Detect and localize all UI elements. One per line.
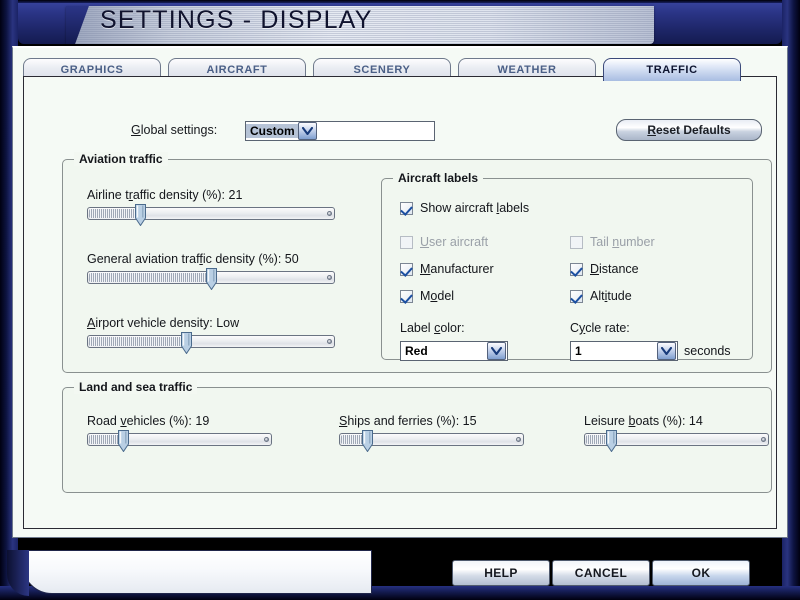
checkbox-model[interactable]: Model [400,289,454,303]
slider-fill [89,209,141,218]
slider-airline-traffic-density: Airline traffic density (%): 21 [87,188,335,226]
cycle-rate-label: Cycle rate: [570,321,630,335]
slider-thumb[interactable] [605,430,617,452]
label-color-value: Red [405,344,428,358]
tab-traffic[interactable]: TRAFFIC [603,58,741,81]
slider-leisure-boats-label: Leisure boats (%): 14 [584,414,703,428]
chevron-down-icon[interactable] [657,342,676,360]
slider-endcap [327,339,332,344]
slider-airline-traffic-density-track[interactable] [87,204,335,226]
group-aviation-traffic-title: Aviation traffic [74,152,168,166]
ok-button[interactable]: OK [652,560,750,586]
slider-thumb[interactable] [181,332,193,354]
slider-endcap [327,211,332,216]
label-color-field: Label color: Red [400,319,508,361]
slider-thumb[interactable] [206,268,217,290]
slider-fill [89,337,188,346]
slider-endcap [516,437,521,442]
global-settings-label: Global settings: [131,123,218,137]
label-color-label: Label color: [400,321,465,335]
slider-road-vehicles: Road vehicles (%): 19 [87,414,272,452]
slider-fill [89,273,212,282]
check-icon [570,262,583,276]
checkbox-distance[interactable]: Distance [570,262,639,276]
slider-airline-traffic-density-label: Airline traffic density (%): 21 [87,188,243,202]
checkbox-model-label: Model [420,289,455,303]
group-aviation-traffic: Aviation traffic Airline traffic density… [62,152,772,373]
tab-panel-traffic: Global settings: Custom Reset Defaults A… [23,76,777,529]
slider-general-aviation-traffic-density-label: General aviation traffic density (%): 50 [87,252,299,266]
slider-endcap [327,275,332,280]
slider-general-aviation-traffic-density-track[interactable] [87,268,335,290]
checkbox-altitude-label: Altitude [590,289,632,303]
global-settings-combo[interactable]: Custom [245,121,435,141]
slider-endcap [761,437,766,442]
tab-graphics-label: GRAPHICS [60,63,124,76]
tab-weather-label: WEATHER [497,63,557,76]
settings-dialog: GRAPHICS AIRCRAFT SCENERY WEATHER TRAFFI… [12,46,788,538]
footer-panel [7,550,372,596]
help-button[interactable]: HELP [452,560,550,586]
checkbox-tail-number-label: Tail number [590,235,655,249]
global-settings-value: Custom [246,124,298,138]
label-color-combo[interactable]: Red [400,341,508,361]
checkbox-show-aircraft-labels[interactable]: Show aircraft labels [400,201,529,215]
check-icon [400,289,413,303]
group-aircraft-labels: Aircraft labels Show aircraft labels Use… [381,171,753,361]
slider-ships-and-ferries: Ships and ferries (%): 15 [339,414,524,452]
tab-scenery-label: SCENERY [353,63,411,76]
slider-ships-and-ferries-label: Ships and ferries (%): 15 [339,414,477,428]
tab-aircraft-label: AIRCRAFT [206,63,268,76]
checkbox-show-aircraft-labels-label: Show aircraft labels [420,201,530,215]
checkbox-tail-number[interactable]: Tail number [570,235,655,249]
checkbox-user-aircraft[interactable]: User aircraft [400,235,488,249]
chevron-down-icon[interactable] [487,342,506,360]
tab-traffic-label: TRAFFIC [646,64,698,76]
cycle-rate-field: Cycle rate: 1 seconds [570,319,731,361]
page-title: SETTINGS - DISPLAY [100,6,373,34]
slider-thumb[interactable] [362,430,374,452]
slider-thumb[interactable] [134,204,146,226]
check-icon [570,289,583,303]
title-bar: SETTINGS - DISPLAY [18,0,782,48]
check-icon [570,235,583,249]
checkbox-manufacturer-label: Manufacturer [420,262,494,276]
slider-leisure-boats-track[interactable] [584,430,769,452]
cycle-rate-combo[interactable]: 1 [570,341,678,361]
slider-road-vehicles-label: Road vehicles (%): 19 [87,414,210,428]
slider-endcap [264,437,269,442]
checkbox-manufacturer[interactable]: Manufacturer [400,262,494,276]
slider-ships-and-ferries-track[interactable] [339,430,524,452]
slider-airport-vehicle-density-track[interactable] [87,332,335,354]
check-icon [400,235,413,249]
check-icon [400,201,413,215]
slider-thumb[interactable] [117,430,129,452]
group-land-sea-traffic: Land and sea traffic Road vehicles (%): … [62,380,772,493]
group-land-sea-traffic-title: Land and sea traffic [74,380,198,394]
cycle-rate-value: 1 [575,344,582,358]
global-settings-row: Global settings: Custom Reset Defaults [24,119,776,145]
cancel-button[interactable]: CANCEL [552,560,650,586]
slider-road-vehicles-track[interactable] [87,430,272,452]
check-icon [400,262,413,276]
checkbox-user-aircraft-label: User aircraft [420,235,489,249]
slider-airport-vehicle-density-label: Airport vehicle density: Low [87,316,240,330]
checkbox-altitude[interactable]: Altitude [570,289,632,303]
checkbox-distance-label: Distance [590,262,639,276]
reset-defaults-button[interactable]: Reset Defaults [616,119,762,141]
title-bar-bevel [66,6,89,44]
app-window: SETTINGS - DISPLAY GRAPHICS AIRCRAFT SCE… [0,0,800,600]
reset-defaults-label: eset Defaults [655,123,731,137]
slider-airport-vehicle-density: Airport vehicle density: Low [87,316,335,354]
slider-leisure-boats: Leisure boats (%): 14 [584,414,769,452]
slider-general-aviation-traffic-density: General aviation traffic density (%): 50 [87,252,335,290]
group-aircraft-labels-title: Aircraft labels [393,171,484,185]
reset-defaults-accel: R [647,123,656,137]
chevron-down-icon[interactable] [297,122,317,140]
cycle-rate-units: seconds [684,344,731,358]
